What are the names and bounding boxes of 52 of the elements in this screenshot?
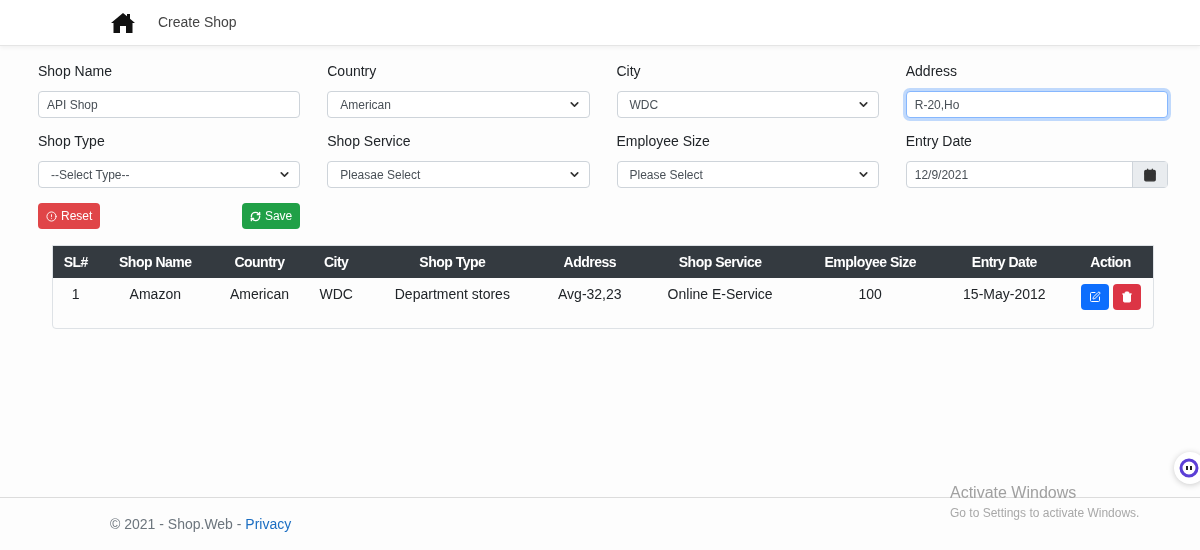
field-label: Employee Size: [616, 132, 711, 151]
table-cell: Online E-Service: [640, 278, 800, 310]
column-header: Entry Date: [940, 246, 1069, 278]
text-input[interactable]: API Shop: [38, 91, 301, 118]
column-header: Shop Service: [640, 246, 800, 278]
date-input[interactable]: 12/9/2021: [905, 161, 1168, 188]
table-cell: 15-May-2012: [940, 278, 1069, 310]
home-icon[interactable]: [110, 11, 136, 34]
edit-icon: [1088, 291, 1101, 303]
select-dropdown[interactable]: WDC: [616, 91, 879, 118]
field-label: Shop Type: [38, 132, 106, 151]
calendar-icon: [1143, 167, 1157, 182]
column-header: Action: [1068, 246, 1153, 278]
field-label: Entry Date: [905, 132, 973, 151]
column-header: City: [306, 246, 366, 278]
column-header: SL#: [53, 246, 99, 278]
field-label: Shop Service: [327, 132, 412, 151]
privacy-link[interactable]: Privacy: [245, 515, 292, 532]
notice-title: Activate Windows: [950, 484, 1078, 502]
column-header: Address: [539, 246, 641, 278]
field-label: City: [616, 62, 642, 81]
select-dropdown[interactable]: American: [327, 91, 590, 118]
alert-icon: [46, 210, 57, 222]
table-cell: Avg-32,23: [539, 278, 641, 310]
reset-button[interactable]: Reset: [38, 203, 101, 229]
select-dropdown[interactable]: Please Select: [616, 161, 879, 188]
chat-widget[interactable]: [1174, 452, 1200, 484]
calendar-button[interactable]: [1132, 162, 1167, 187]
table-cell: 100: [799, 278, 941, 310]
field-label: Country: [327, 62, 378, 81]
field-label: Address: [905, 62, 959, 81]
footer-text: © 2021 - Shop.Web - Privacy: [110, 514, 292, 534]
field-label: Shop Name: [38, 62, 113, 81]
delete-button[interactable]: [1112, 284, 1141, 310]
table-cell: American: [212, 278, 307, 310]
column-header: Employee Size: [799, 246, 941, 278]
notice-message: Go to Settings to activate Windows.: [950, 505, 1140, 522]
address-textarea[interactable]: R-20,Ho: [905, 91, 1168, 118]
table-cell: WDC: [306, 278, 366, 310]
table-cell: 1: [53, 278, 99, 310]
refresh-icon: [249, 210, 261, 222]
trash-icon: [1120, 291, 1133, 303]
column-header: Shop Type: [365, 246, 540, 278]
edit-button[interactable]: [1080, 284, 1109, 310]
face-badge-icon: [1179, 458, 1199, 478]
column-header: Country: [212, 246, 307, 278]
table-cell: Amazon: [98, 278, 213, 310]
column-header: Shop Name: [98, 246, 213, 278]
table-cell: Department stores: [365, 278, 540, 310]
nav-link[interactable]: Create Shop: [158, 12, 237, 33]
select-dropdown[interactable]: Pleasae Select: [327, 161, 590, 188]
select-dropdown[interactable]: --Select Type--: [38, 161, 301, 188]
